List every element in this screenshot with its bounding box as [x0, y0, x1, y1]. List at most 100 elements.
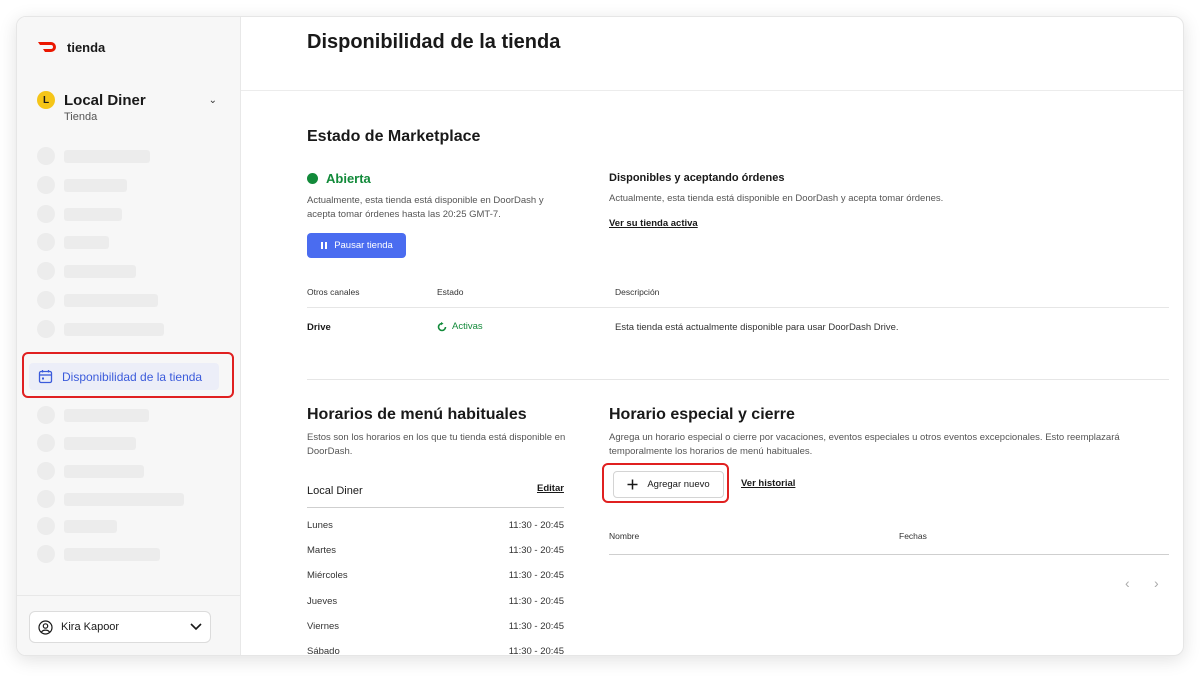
placeholder-icon [37, 545, 55, 563]
placeholder-icon [37, 205, 55, 223]
view-active-store-link[interactable]: Ver su tienda activa [609, 218, 698, 229]
main-content: Disponibilidad de la tienda Estado de Ma… [241, 17, 1183, 656]
placeholder-label [64, 408, 149, 422]
pause-store-label: Pausar tienda [334, 240, 393, 251]
chevron-right-icon[interactable]: › [1154, 575, 1159, 591]
hours-value: 11:30 - 20:45 [508, 646, 564, 656]
hours-value: 11:30 - 20:45 [508, 621, 564, 632]
status-description: Actualmente, esta tienda está disponible… [307, 195, 544, 220]
store-name: Local Diner [64, 91, 146, 109]
sidebar: tienda L Local Diner ⌄ Tienda Disponibil… [17, 17, 241, 655]
column-header-status: Estado [437, 287, 464, 297]
column-header-description: Descripción [615, 287, 660, 297]
nav-item-placeholder[interactable] [37, 320, 164, 338]
nav-item-placeholder[interactable] [37, 462, 144, 480]
nav-item-placeholder[interactable] [37, 434, 136, 452]
placeholder-icon [37, 176, 55, 194]
chevron-down-icon [190, 623, 202, 631]
placeholder-icon [37, 147, 55, 165]
app-window: tienda L Local Diner ⌄ Tienda Disponibil… [16, 16, 1184, 656]
menu-name: Local Diner [307, 485, 363, 497]
hours-row: Sábado 11:30 - 20:45 [307, 646, 564, 656]
placeholder-label [64, 207, 122, 221]
brand-name: tienda [67, 39, 106, 55]
channel-description: Esta tienda está actualmente disponible … [615, 322, 899, 333]
doordash-logo-icon [38, 42, 56, 52]
page-title: Disponibilidad de la tienda [307, 31, 561, 53]
nav-item-placeholder[interactable] [37, 262, 136, 280]
hours-value: 11:30 - 20:45 [508, 570, 564, 581]
special-hours-heading: Horario especial y cierre [609, 406, 795, 423]
placeholder-icon [37, 462, 55, 480]
view-history-link[interactable]: Ver historial [741, 478, 795, 489]
hours-row: Jueves 11:30 - 20:45 [307, 596, 564, 607]
placeholder-icon [37, 517, 55, 535]
store-avatar: L [37, 91, 55, 109]
menu-hours-heading: Horarios de menú habituales [307, 406, 527, 423]
user-menu[interactable]: Kira Kapoor [29, 611, 211, 643]
day-label: Lunes [307, 520, 333, 531]
day-label: Sábado [307, 646, 340, 656]
placeholder-icon [37, 262, 55, 280]
channel-status: Activas [437, 321, 483, 332]
placeholder-label [64, 322, 164, 336]
hours-value: 11:30 - 20:45 [508, 545, 564, 556]
page-header: Disponibilidad de la tienda [241, 17, 1183, 91]
user-icon [38, 619, 53, 635]
nav-item-placeholder[interactable] [37, 147, 150, 165]
nav-item-placeholder[interactable] [37, 205, 122, 223]
column-header-dates: Fechas [899, 531, 927, 541]
nav-item-placeholder[interactable] [37, 545, 160, 563]
section-divider [307, 379, 1169, 380]
column-header-channel: Otros canales [307, 287, 360, 297]
hours-row: Lunes 11:30 - 20:45 [307, 520, 564, 531]
status-dot-icon [307, 173, 318, 184]
sidebar-divider [17, 595, 241, 596]
pause-store-button[interactable]: Pausar tienda [307, 233, 406, 258]
channel-name: Drive [307, 322, 331, 333]
placeholder-label [64, 264, 136, 278]
chevron-down-icon: ⌄ [208, 94, 217, 106]
day-label: Viernes [307, 621, 340, 632]
menu-hours-description: Estos son los horarios en los que tu tie… [307, 432, 566, 457]
brand-logo[interactable]: tienda [37, 37, 105, 57]
placeholder-label [64, 293, 158, 307]
placeholder-label [64, 492, 184, 506]
placeholder-label [64, 178, 127, 192]
hours-divider [307, 507, 564, 508]
hours-row: Martes 11:30 - 20:45 [307, 545, 564, 556]
placeholder-icon [37, 434, 55, 452]
nav-item-placeholder[interactable] [37, 517, 117, 535]
hours-row: Miércoles 11:30 - 20:45 [307, 570, 564, 581]
highlight-box [602, 463, 729, 503]
nav-item-placeholder[interactable] [37, 233, 109, 251]
day-label: Miércoles [307, 570, 348, 581]
placeholder-icon [37, 233, 55, 251]
placeholder-label [64, 519, 117, 533]
placeholder-label [64, 235, 109, 249]
edit-hours-link[interactable]: Editar [537, 483, 564, 494]
highlight-box [22, 352, 234, 398]
status-label: Abierta [326, 171, 371, 186]
store-status: Abierta [307, 171, 371, 186]
nav-item-placeholder[interactable] [37, 490, 184, 508]
placeholder-icon [37, 490, 55, 508]
hours-value: 11:30 - 20:45 [508, 520, 564, 531]
nav-item-placeholder[interactable] [37, 176, 127, 194]
placeholder-label [64, 464, 144, 478]
refresh-icon [437, 321, 447, 331]
store-selector[interactable]: L Local Diner ⌄ Tienda [37, 91, 217, 123]
chevron-left-icon[interactable]: ‹ [1125, 575, 1130, 591]
marketplace-heading: Estado de Marketplace [307, 128, 481, 145]
hours-value: 11:30 - 20:45 [508, 596, 564, 607]
channel-status-label: Activas [452, 321, 483, 332]
table-divider [307, 307, 1169, 308]
special-hours-description: Agrega un horario especial o cierre por … [609, 432, 1120, 457]
day-label: Martes [307, 545, 337, 556]
nav-item-placeholder[interactable] [37, 291, 158, 309]
pause-icon [321, 242, 328, 249]
table-divider [609, 554, 1169, 555]
day-label: Jueves [307, 596, 338, 607]
nav-item-placeholder[interactable] [37, 406, 149, 424]
placeholder-icon [37, 291, 55, 309]
